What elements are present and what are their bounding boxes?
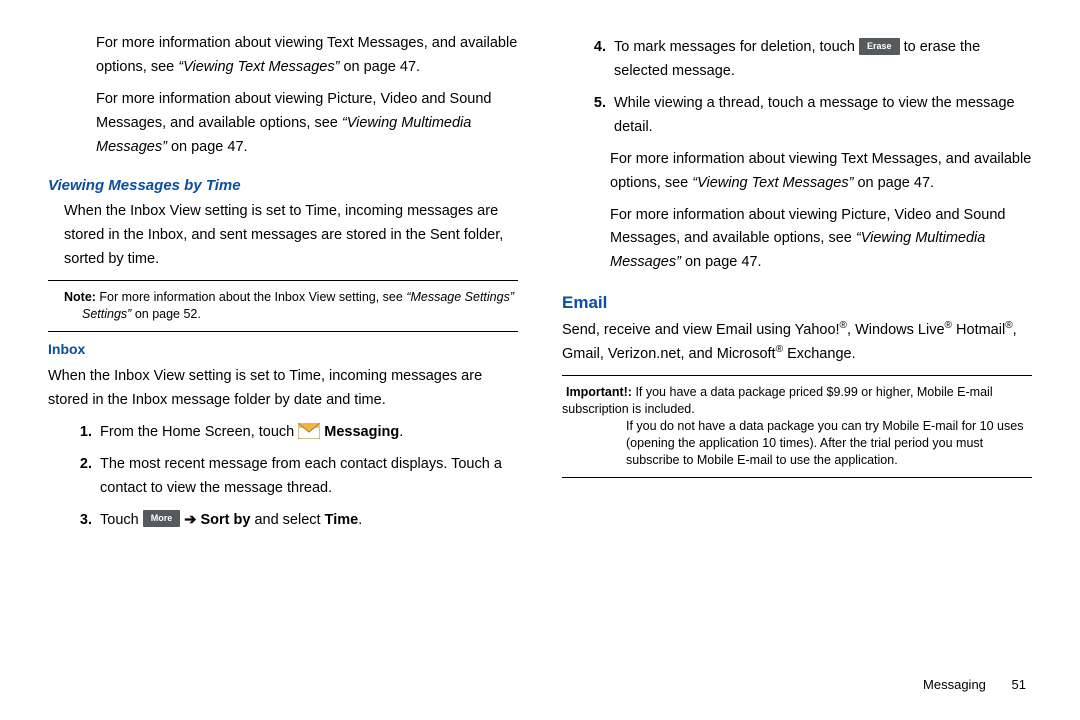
divider — [562, 375, 1032, 376]
step-2: The most recent message from each contac… — [96, 453, 518, 501]
heading-email: Email — [562, 289, 1032, 317]
para-inbox-desc: When the Inbox View setting is set to Ti… — [48, 365, 518, 413]
para-text-msg-info: For more information about viewing Text … — [48, 32, 518, 80]
footer-section: Messaging — [923, 677, 986, 692]
heading-viewing-by-time: Viewing Messages by Time — [48, 174, 518, 199]
registered-icon: ® — [840, 321, 847, 332]
erase-softkey: Erase — [859, 38, 900, 55]
note-inbox-view: Note: For more information about the Inb… — [48, 287, 518, 325]
para-text-msg-info-r: For more information about viewing Text … — [562, 148, 1032, 196]
arrow-icon: ➔ — [184, 512, 196, 528]
registered-icon: ® — [945, 321, 952, 332]
footer-page-number: 51 — [1012, 677, 1026, 692]
para-multimedia-info-r: For more information about viewing Pictu… — [562, 204, 1032, 276]
registered-icon: ® — [1005, 321, 1012, 332]
para-multimedia-info: For more information about viewing Pictu… — [48, 88, 518, 160]
right-column: To mark messages for deletion, touch Era… — [562, 32, 1032, 541]
para-time-desc: When the Inbox View setting is set to Ti… — [48, 200, 518, 272]
divider — [562, 477, 1032, 478]
more-softkey: More — [143, 510, 181, 527]
steps-list-cont: To mark messages for deletion, touch Era… — [562, 36, 1032, 140]
para-email-desc: Send, receive and view Email using Yahoo… — [562, 319, 1032, 367]
page-footer: Messaging 51 — [923, 677, 1026, 692]
divider — [48, 331, 518, 332]
left-column: For more information about viewing Text … — [48, 32, 518, 541]
divider — [48, 280, 518, 281]
important-note: Important!: If you have a data package p… — [562, 382, 1032, 470]
step-5: While viewing a thread, touch a message … — [610, 92, 1032, 140]
step-3: Touch More ➔ Sort by and select Time. — [96, 509, 518, 533]
step-1: From the Home Screen, touch Messaging. — [96, 421, 518, 445]
messaging-icon — [298, 423, 320, 439]
steps-list: From the Home Screen, touch Messaging. T… — [48, 421, 518, 533]
registered-icon: ® — [776, 344, 783, 355]
step-4: To mark messages for deletion, touch Era… — [610, 36, 1032, 84]
heading-inbox: Inbox — [48, 338, 518, 361]
